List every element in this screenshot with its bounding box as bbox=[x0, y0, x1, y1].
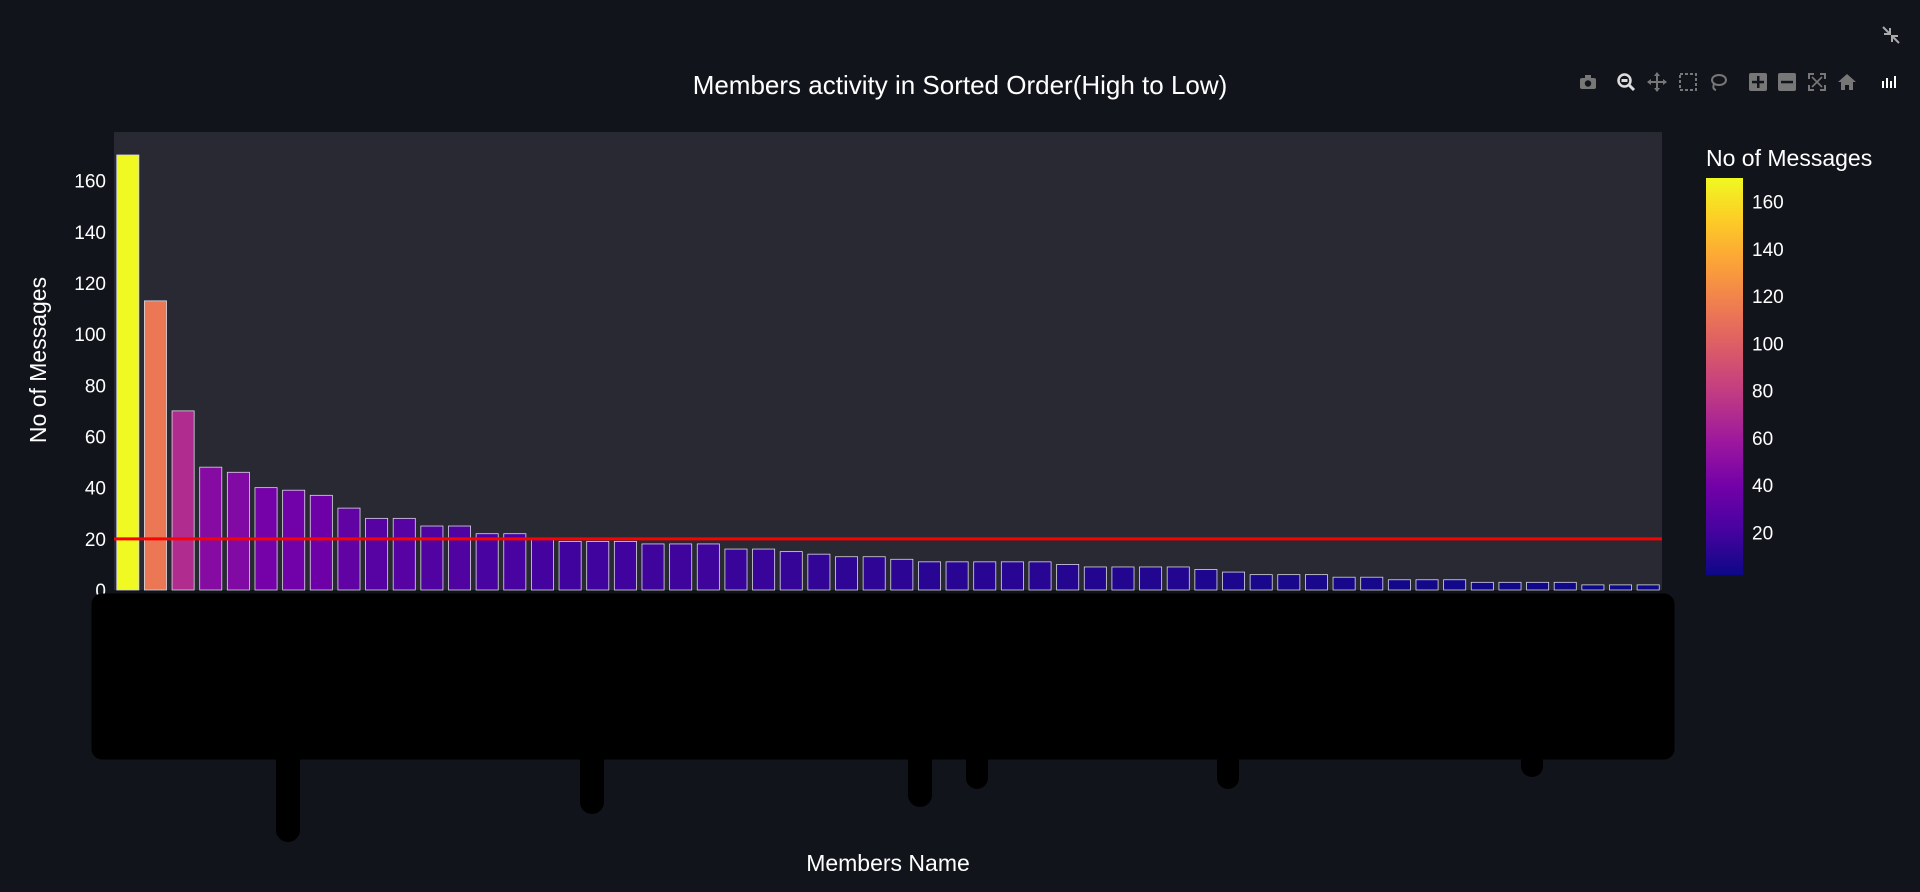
y-tick-label: 120 bbox=[74, 274, 106, 295]
colorbar-tick-label: 120 bbox=[1752, 287, 1784, 308]
bar[interactable] bbox=[475, 533, 499, 591]
colorbar bbox=[1706, 178, 1743, 575]
bar[interactable] bbox=[1387, 579, 1411, 591]
bar[interactable] bbox=[1249, 574, 1273, 591]
y-tick-label: 20 bbox=[85, 530, 106, 551]
bar[interactable] bbox=[1332, 576, 1356, 591]
bar[interactable] bbox=[1222, 571, 1245, 591]
colorbar-tick-label: 80 bbox=[1752, 382, 1773, 403]
home-icon[interactable] bbox=[1837, 72, 1857, 92]
zoom-icon[interactable] bbox=[1616, 72, 1636, 92]
zoom-in-icon[interactable] bbox=[1748, 72, 1768, 92]
bar[interactable] bbox=[226, 471, 250, 591]
colorbar-tick-label: 60 bbox=[1752, 429, 1773, 450]
zoom-out-icon[interactable] bbox=[1777, 72, 1797, 92]
bar[interactable] bbox=[1415, 579, 1439, 591]
y-tick-label: 100 bbox=[74, 325, 106, 346]
plotly-logo-icon[interactable] bbox=[1878, 72, 1898, 92]
bar[interactable] bbox=[503, 533, 527, 591]
y-tick-label: 140 bbox=[74, 223, 106, 244]
bar[interactable] bbox=[1277, 574, 1301, 591]
x-axis-label: Members Name bbox=[806, 850, 970, 876]
bar[interactable] bbox=[171, 410, 195, 591]
bar[interactable] bbox=[1166, 566, 1190, 591]
bar[interactable] bbox=[116, 154, 140, 591]
y-axis-label: No of Messages bbox=[25, 277, 51, 443]
collapse-icon[interactable] bbox=[1880, 24, 1902, 46]
colorbar-ticks: 20 40 60 80 100 120 140 160 bbox=[1752, 193, 1784, 545]
bar[interactable] bbox=[586, 540, 610, 591]
bar[interactable] bbox=[1360, 576, 1384, 591]
bar[interactable] bbox=[144, 300, 167, 591]
bar[interactable] bbox=[1111, 566, 1135, 591]
bar[interactable] bbox=[1194, 569, 1218, 591]
colorbar-tick-label: 140 bbox=[1752, 240, 1784, 261]
bar[interactable] bbox=[724, 548, 748, 591]
bar[interactable] bbox=[392, 517, 416, 591]
pan-icon[interactable] bbox=[1647, 72, 1667, 92]
colorbar-tick-label: 40 bbox=[1752, 476, 1773, 497]
box-select-icon[interactable] bbox=[1678, 72, 1698, 92]
bar[interactable] bbox=[558, 540, 582, 591]
bar[interactable] bbox=[1000, 561, 1024, 591]
bar[interactable] bbox=[309, 494, 333, 591]
bar[interactable] bbox=[448, 525, 471, 591]
bar[interactable] bbox=[1636, 584, 1660, 591]
bar[interactable] bbox=[890, 558, 914, 591]
bar[interactable] bbox=[337, 507, 361, 591]
bar[interactable] bbox=[807, 553, 831, 591]
bar[interactable] bbox=[1139, 566, 1163, 591]
bar[interactable] bbox=[1056, 564, 1080, 591]
bar[interactable] bbox=[420, 525, 444, 591]
y-tick-label: 60 bbox=[85, 427, 106, 448]
bar[interactable] bbox=[973, 561, 997, 591]
bar[interactable] bbox=[752, 548, 776, 591]
bar[interactable] bbox=[835, 556, 858, 591]
bar[interactable] bbox=[641, 543, 665, 591]
bar[interactable] bbox=[1553, 581, 1577, 591]
redacted-x-labels bbox=[91, 593, 1675, 842]
chart-root: Members activity in Sorted Order(High to… bbox=[25, 70, 1872, 876]
bar[interactable] bbox=[1581, 584, 1605, 591]
bar[interactable] bbox=[1470, 581, 1494, 591]
bar[interactable] bbox=[531, 538, 554, 591]
bar[interactable] bbox=[669, 543, 693, 591]
bar[interactable] bbox=[1028, 561, 1052, 591]
bar[interactable] bbox=[945, 561, 969, 591]
bar[interactable] bbox=[918, 561, 941, 591]
bar[interactable] bbox=[1443, 579, 1467, 591]
bar[interactable] bbox=[696, 543, 720, 591]
bar[interactable] bbox=[1305, 574, 1328, 591]
bar[interactable] bbox=[1083, 566, 1107, 591]
autoscale-icon[interactable] bbox=[1807, 72, 1827, 92]
bar[interactable] bbox=[1498, 581, 1522, 591]
y-tick-label: 40 bbox=[85, 479, 106, 500]
colorbar-title: No of Messages bbox=[1706, 145, 1872, 171]
chart-title: Members activity in Sorted Order(High to… bbox=[693, 70, 1228, 100]
bar[interactable] bbox=[365, 517, 389, 591]
bar[interactable] bbox=[1526, 581, 1550, 591]
y-tick-label: 80 bbox=[85, 376, 106, 397]
colorbar-tick-label: 20 bbox=[1752, 523, 1773, 544]
bar[interactable] bbox=[199, 466, 223, 591]
bar[interactable] bbox=[862, 556, 886, 591]
bar[interactable] bbox=[1609, 584, 1632, 591]
bar[interactable] bbox=[779, 551, 803, 591]
y-axis-ticks: 020406080100120140160 bbox=[74, 172, 106, 602]
colorbar-tick-label: 160 bbox=[1752, 193, 1784, 214]
camera-icon[interactable] bbox=[1578, 72, 1598, 92]
colorbar-tick-label: 100 bbox=[1752, 334, 1784, 355]
y-tick-label: 160 bbox=[74, 172, 106, 193]
lasso-icon[interactable] bbox=[1708, 72, 1728, 92]
bar[interactable] bbox=[613, 540, 637, 591]
